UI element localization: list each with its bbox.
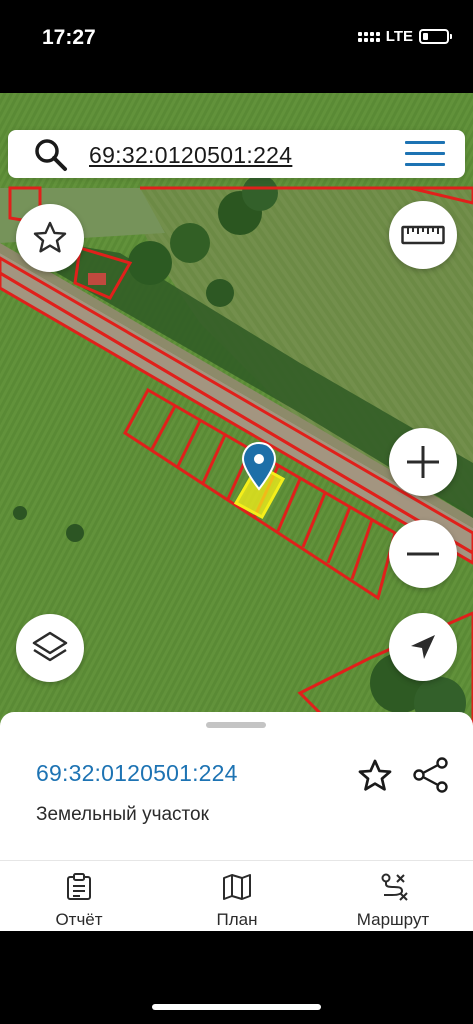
tab-label: План: [216, 910, 258, 929]
tab-label: Маршрут: [356, 910, 430, 929]
layers-icon: [32, 631, 68, 662]
status-bar: 17:27 LTE: [0, 0, 473, 80]
network-type: LTE: [385, 28, 413, 45]
signal-icon: [357, 31, 380, 42]
bottom-tab-bar: Отчёт План Маршрут: [0, 860, 473, 931]
status-indicators: LTE: [357, 28, 452, 45]
star-outline-icon[interactable]: [356, 757, 394, 795]
map-icon: [223, 874, 251, 900]
sheet-drag-handle[interactable]: [206, 722, 266, 728]
parcel-type: Земельный участок: [36, 804, 209, 825]
hamburger-menu-icon[interactable]: [405, 141, 445, 167]
star-outline-icon: [33, 221, 67, 253]
zoom-out-button[interactable]: [389, 520, 457, 588]
search-icon[interactable]: [34, 138, 68, 172]
ruler-button[interactable]: [389, 201, 457, 269]
share-icon[interactable]: [412, 756, 450, 794]
favorite-map-button[interactable]: [16, 204, 84, 272]
battery-icon: [419, 29, 452, 44]
plus-icon: [407, 446, 439, 478]
tab-label: Отчёт: [55, 910, 103, 929]
clipboard-icon: [67, 873, 91, 900]
search-query[interactable]: 69:32:0120501:224: [89, 142, 292, 169]
status-time: 17:27: [42, 26, 96, 49]
home-indicator-area: [0, 931, 473, 1024]
search-bar[interactable]: 69:32:0120501:224: [8, 130, 465, 178]
tab-route[interactable]: Маршрут: [343, 861, 443, 932]
zoom-in-button[interactable]: [389, 428, 457, 496]
layers-button[interactable]: [16, 614, 84, 682]
my-location-button[interactable]: [389, 613, 457, 681]
navigation-arrow-icon: [411, 635, 435, 659]
parcel-number[interactable]: 69:32:0120501:224: [36, 760, 238, 787]
parcel-info-sheet[interactable]: 69:32:0120501:224 Земельный участок: [0, 712, 473, 860]
ruler-icon: [401, 225, 445, 245]
tab-plan[interactable]: План: [202, 861, 272, 932]
tab-report[interactable]: Отчёт: [44, 861, 114, 932]
route-icon: [381, 873, 408, 901]
minus-icon: [407, 552, 439, 556]
home-indicator[interactable]: [152, 1004, 321, 1010]
